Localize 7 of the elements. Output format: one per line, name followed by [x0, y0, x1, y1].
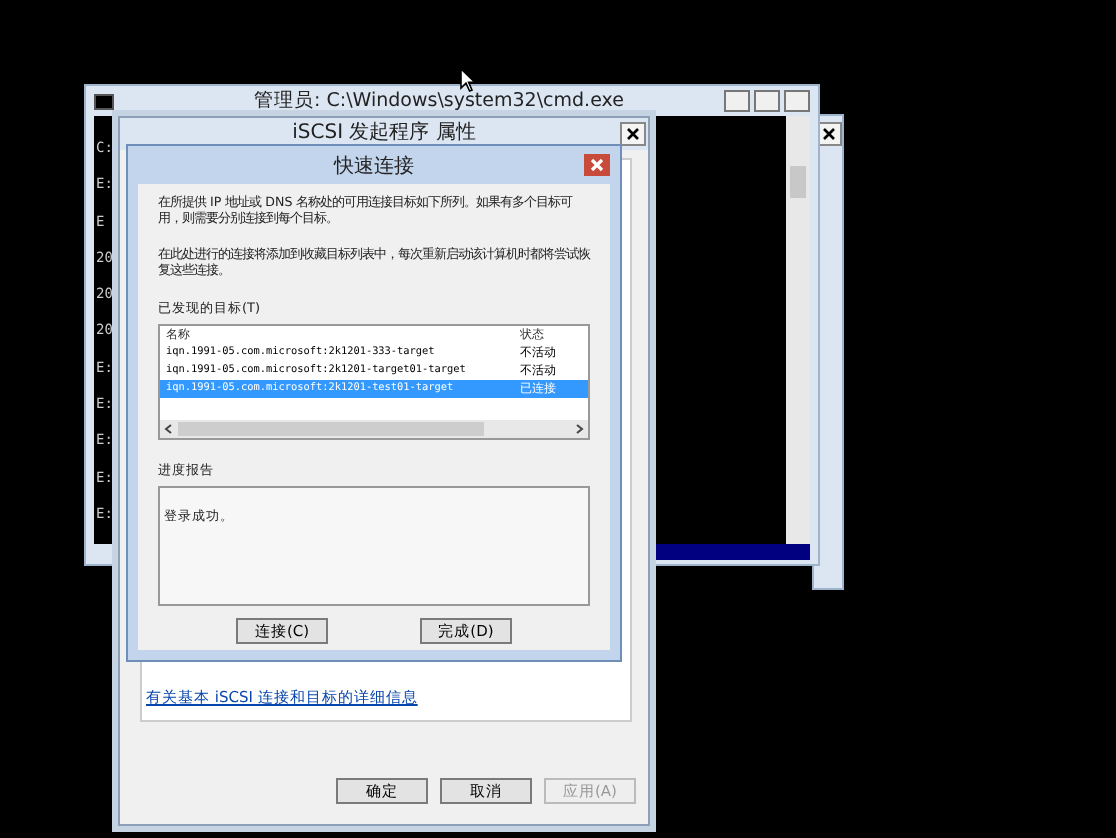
- scrollbar[interactable]: [160, 420, 588, 438]
- window-title: iSCSI 发起程序 属性: [292, 122, 476, 144]
- window-title: 管理员: C:\Windows\system32\cmd.exe: [252, 88, 626, 114]
- window-title: 快速连接: [334, 153, 414, 179]
- pointer-icon: [460, 68, 476, 92]
- console-icon: [94, 93, 114, 109]
- scrollbar[interactable]: [786, 116, 810, 544]
